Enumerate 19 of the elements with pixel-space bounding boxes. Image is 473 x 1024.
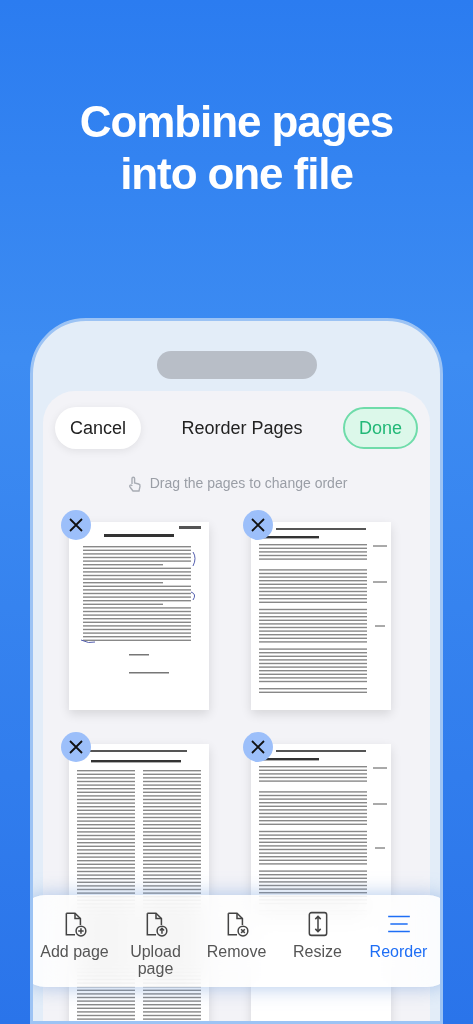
toolbar-button[interactable]: Upload page <box>117 911 194 977</box>
close-icon <box>68 517 84 533</box>
close-icon <box>249 739 266 755</box>
toolbar-button[interactable]: Reorder <box>360 911 437 960</box>
remove-page-button[interactable] <box>61 732 91 762</box>
remove-page-button[interactable] <box>242 732 273 762</box>
hint-text: Drag the pages to change order <box>149 474 348 493</box>
headline: Combine pages into one file <box>78 96 395 200</box>
toolbar-button[interactable]: Add page <box>36 911 113 960</box>
sheet-title: Reorder Pages <box>181 416 303 440</box>
page-thumbnail[interactable] <box>69 522 209 710</box>
cancel-button[interactable]: Cancel <box>55 407 142 449</box>
toolbar-button[interactable]: Resize <box>279 911 356 960</box>
toolbar-button[interactable]: Remove <box>198 911 275 960</box>
page-thumbnail[interactable] <box>250 522 391 710</box>
remove-page-button[interactable] <box>61 510 91 540</box>
close-icon <box>68 739 84 755</box>
remove-page-button[interactable] <box>242 510 273 540</box>
close-icon <box>249 517 266 533</box>
